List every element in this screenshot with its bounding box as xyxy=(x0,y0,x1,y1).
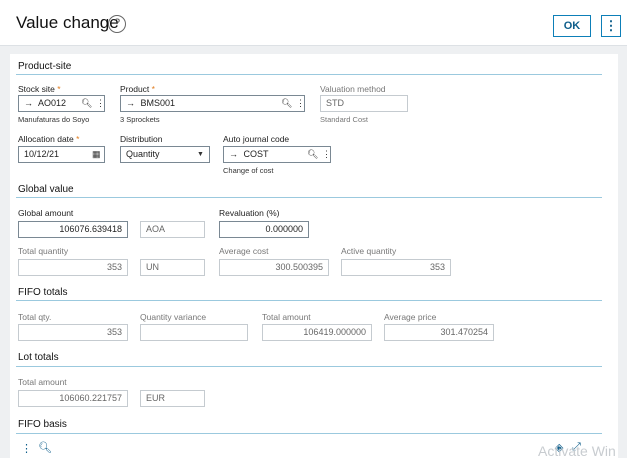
section-fifo-basis: FIFO basis xyxy=(18,419,67,430)
kebab-icon[interactable]: ⋮ xyxy=(322,147,330,162)
allocation-date-label: Allocation date * xyxy=(18,134,80,144)
section-global-value: Global value xyxy=(18,184,74,195)
lot-total-amount-currency: EUR xyxy=(140,390,205,407)
valuation-method-description: Standard Cost xyxy=(320,115,368,124)
average-cost-label: Average cost xyxy=(219,246,269,256)
valuation-method-label: Valuation method xyxy=(320,84,386,94)
total-quantity-field: 353 xyxy=(18,259,128,276)
more-actions-button[interactable]: ⋮ xyxy=(601,15,621,37)
auto-journal-code-value: COST xyxy=(243,149,269,159)
arrow-right-icon: → xyxy=(229,149,238,159)
fifo-total-amount-field: 106419.000000 xyxy=(262,324,372,341)
arrow-right-icon: → xyxy=(24,98,33,108)
divider xyxy=(16,300,602,301)
fifo-total-amount-label: Total amount xyxy=(262,312,311,322)
auto-journal-code-description: Change of cost xyxy=(223,166,274,175)
search-icon[interactable]: 🔍︎ xyxy=(307,147,318,162)
total-quantity-label: Total quantity xyxy=(18,246,69,256)
average-price-field: 301.470254 xyxy=(384,324,494,341)
arrow-right-icon: → xyxy=(126,98,135,108)
section-product-site: Product-site xyxy=(18,61,72,72)
help-circle-icon[interactable]: ? xyxy=(108,15,126,33)
quantity-variance-label: Quantity variance xyxy=(140,312,207,322)
average-price-label: Average price xyxy=(384,312,437,322)
kebab-icon[interactable]: ⋮ xyxy=(21,442,32,455)
chevron-down-icon: ▼ xyxy=(197,151,204,158)
section-lot-totals: Lot totals xyxy=(18,352,59,363)
ok-button[interactable]: OK xyxy=(553,15,591,37)
search-icon[interactable]: 🔍︎ xyxy=(81,96,92,111)
fifo-total-qty-field: 353 xyxy=(18,324,128,341)
auto-journal-code-label: Auto journal code xyxy=(223,134,290,144)
section-fifo-totals: FIFO totals xyxy=(18,287,68,298)
page-title: Value change xyxy=(16,13,119,32)
product-value: BMS001 xyxy=(140,98,176,108)
divider xyxy=(16,433,602,434)
divider xyxy=(16,74,602,75)
product-field[interactable]: → BMS001 🔍︎ ⋮ xyxy=(120,95,305,112)
calendar-icon[interactable]: ▦ xyxy=(92,147,101,162)
distribution-select[interactable]: Quantity ▼ xyxy=(120,146,210,163)
distribution-value: Quantity xyxy=(126,149,160,159)
average-cost-field: 300.500395 xyxy=(219,259,329,276)
total-quantity-unit: UN xyxy=(140,259,205,276)
global-amount-label: Global amount xyxy=(18,208,74,218)
revaluation-field[interactable]: 0.000000 xyxy=(219,221,309,238)
auto-journal-code-field[interactable]: → COST 🔍︎ ⋮ xyxy=(223,146,331,163)
valuation-method-field: STD xyxy=(320,95,408,112)
fifo-total-qty-label: Total qty. xyxy=(18,312,52,322)
active-quantity-label: Active quantity xyxy=(341,246,397,256)
lot-total-amount-label: Total amount xyxy=(18,377,67,387)
divider xyxy=(16,197,602,198)
kebab-icon[interactable]: ⋮ xyxy=(296,96,304,111)
divider xyxy=(16,366,602,367)
quantity-variance-field xyxy=(140,324,248,341)
stock-site-field[interactable]: → AO012 🔍︎ ⋮ xyxy=(18,95,105,112)
stock-site-description: Manufaturas do Soyo xyxy=(18,115,90,124)
stock-site-label: Stock site * xyxy=(18,84,61,94)
page-header: Value change ? OK ⋮ xyxy=(0,0,627,46)
search-icon[interactable]: 🔍︎ xyxy=(38,441,52,454)
distribution-label: Distribution xyxy=(120,134,163,144)
kebab-icon[interactable]: ⋮ xyxy=(96,96,104,111)
revaluation-label: Revaluation (%) xyxy=(219,208,280,218)
active-quantity-field: 353 xyxy=(341,259,451,276)
allocation-date-field[interactable]: 10/12/21 ▦ xyxy=(18,146,105,163)
global-amount-field[interactable]: 106076.639418 xyxy=(18,221,128,238)
search-icon[interactable]: 🔍︎ xyxy=(281,96,292,111)
product-description: 3 Sprockets xyxy=(120,115,160,124)
activation-watermark: Activate Win xyxy=(538,443,616,458)
global-amount-currency: AOA xyxy=(140,221,205,238)
stock-site-value: AO012 xyxy=(38,98,67,108)
lot-total-amount-field: 106060.221757 xyxy=(18,390,128,407)
allocation-date-value: 10/12/21 xyxy=(24,149,60,159)
product-label: Product * xyxy=(120,84,155,94)
